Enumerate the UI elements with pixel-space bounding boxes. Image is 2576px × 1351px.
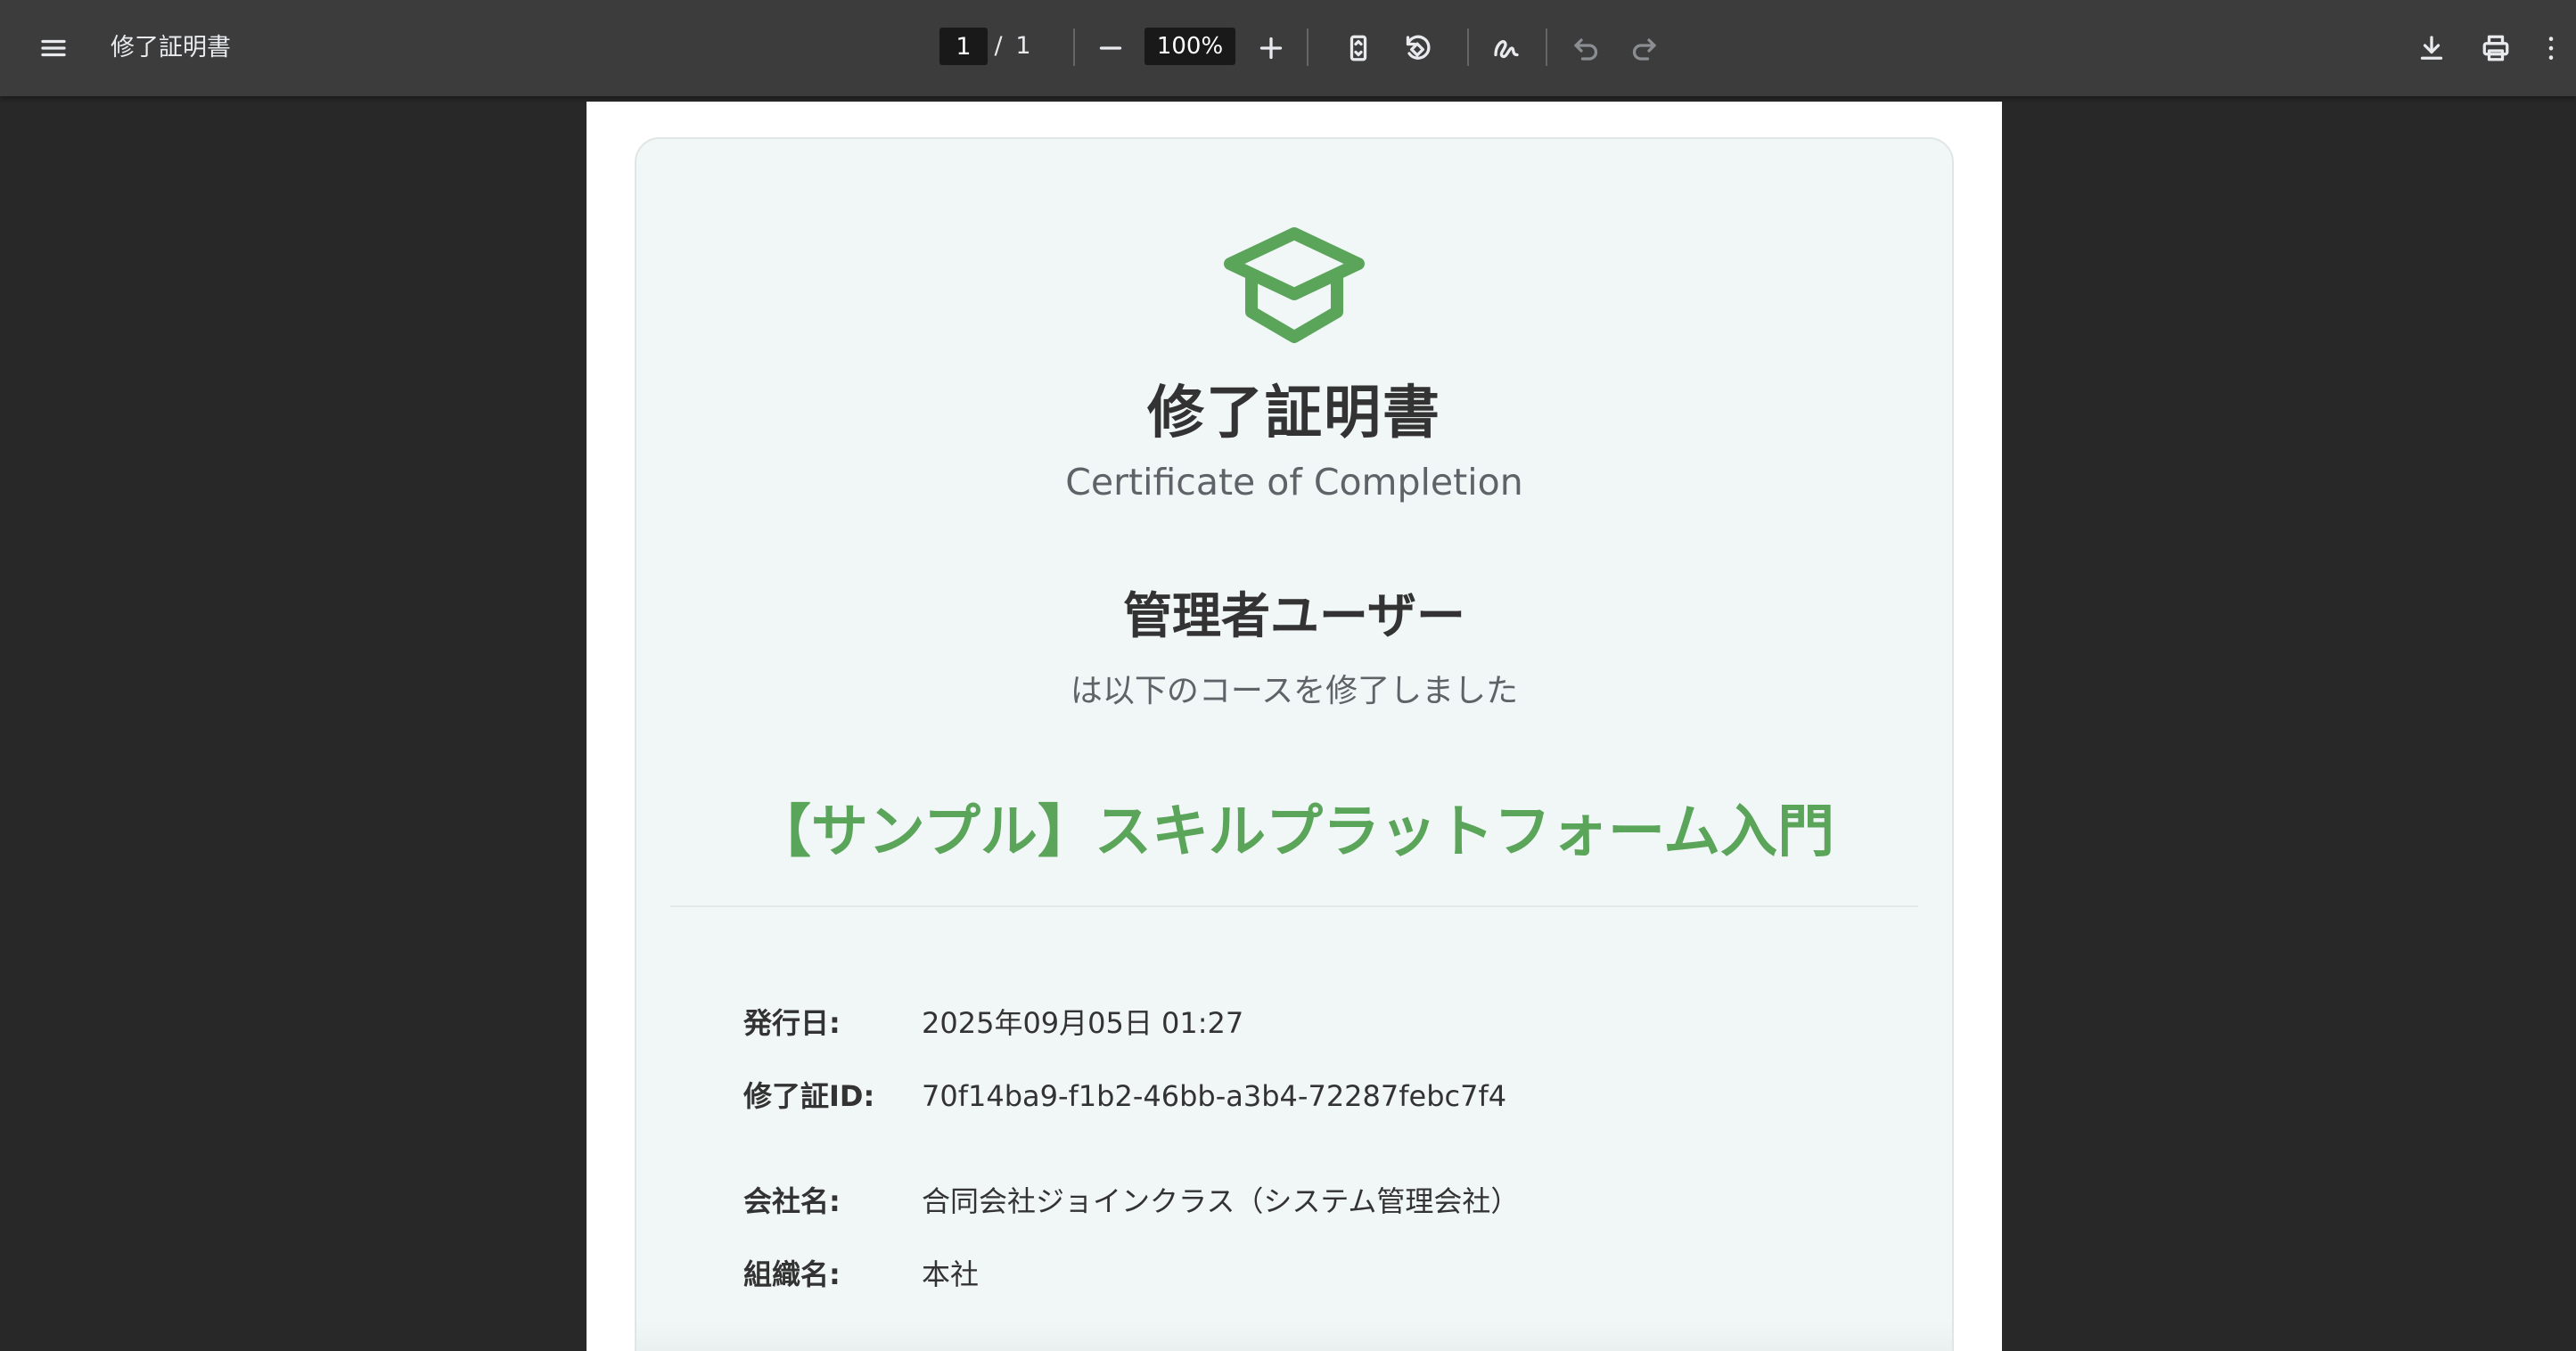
- course-name: 【サンプル】スキルプラットフォーム入門: [753, 799, 1835, 865]
- certificate-subtitle: Certificate of Completion: [1065, 461, 1523, 504]
- organization-value: 本社: [922, 1257, 980, 1291]
- document-title: 修了証明書: [111, 34, 231, 61]
- certificate-id-value: 70f14ba9-f1b2-46bb-a3b4-72287febc7f4: [922, 1079, 1507, 1113]
- rotate-icon[interactable]: [1392, 23, 1442, 73]
- menu-icon[interactable]: [29, 23, 78, 73]
- undo-icon[interactable]: [1562, 23, 1612, 73]
- zoom-level-input[interactable]: [1144, 28, 1235, 65]
- print-icon[interactable]: [2471, 23, 2521, 73]
- toolbar-divider: [1073, 29, 1075, 66]
- issue-date-value: 2025年09月05日 01:27: [922, 1006, 1244, 1040]
- certificate-card: 修了証明書 Certificate of Completion 管理者ユーザー …: [635, 137, 1954, 1351]
- pen-icon[interactable]: [1481, 23, 1531, 73]
- recipient-name: 管理者ユーザー: [1123, 587, 1465, 644]
- pdf-page: 修了証明書 Certificate of Completion 管理者ユーザー …: [587, 102, 2002, 1351]
- fit-page-icon[interactable]: [1333, 23, 1383, 73]
- minus-icon[interactable]: [1086, 23, 1136, 73]
- more-vertical-icon[interactable]: [2533, 23, 2569, 73]
- company-value: 合同会社ジョインクラス（システム管理会社）: [922, 1184, 1520, 1218]
- toolbar-divider: [1467, 29, 1469, 66]
- certificate-title: 修了証明書: [1147, 381, 1441, 446]
- section-divider: [670, 905, 1918, 907]
- pdf-toolbar: 修了証明書 / 1: [0, 0, 2576, 96]
- company-label: 会社名:: [743, 1184, 841, 1218]
- page-separator: /: [994, 32, 1003, 60]
- toolbar-divider: [1546, 29, 1547, 66]
- completion-statement: は以下のコースを修了しました: [1070, 673, 1519, 709]
- plus-icon[interactable]: [1246, 23, 1296, 73]
- page-total: 1: [1015, 32, 1031, 60]
- graduation-cap-icon: [1216, 221, 1373, 355]
- download-icon[interactable]: [2407, 23, 2457, 73]
- redo-icon[interactable]: [1619, 23, 1669, 73]
- organization-label: 組織名:: [743, 1257, 841, 1291]
- toolbar-divider: [1307, 29, 1309, 66]
- issue-date-label: 発行日:: [743, 1006, 841, 1040]
- certificate-id-label: 修了証ID:: [743, 1079, 875, 1113]
- page-number-input[interactable]: [939, 28, 988, 65]
- card-bottom-shade: [636, 1321, 1952, 1351]
